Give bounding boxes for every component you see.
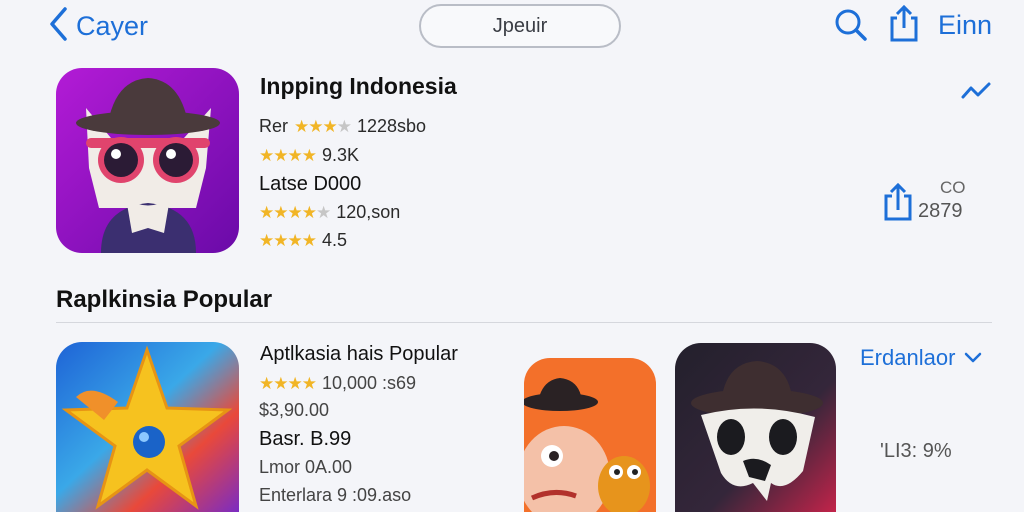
star-rating-icon: ★★★★ bbox=[294, 116, 352, 136]
search-icon[interactable] bbox=[834, 8, 868, 47]
divider bbox=[56, 322, 992, 323]
featured-stat-row: ★★★★★ 120,son bbox=[259, 202, 400, 223]
search-field[interactable]: Jpeuir bbox=[419, 4, 621, 48]
featured-rating-row: Rer ★★★★ 1228sbo bbox=[259, 116, 426, 137]
popular-rating-row: ★★★★ 10,000 :s69 bbox=[259, 373, 416, 394]
back-button[interactable]: Cayer bbox=[48, 6, 149, 47]
featured-score-row: ★★★★ 4.5 bbox=[259, 230, 347, 251]
percent-label: 'LI3: 9% bbox=[880, 440, 952, 462]
star-rating-icon: ★★★★★ bbox=[259, 202, 331, 222]
download-icon[interactable] bbox=[882, 182, 914, 227]
share-icon[interactable] bbox=[888, 4, 920, 47]
star-rating-icon: ★★★★ bbox=[259, 230, 317, 250]
trend-icon[interactable] bbox=[960, 80, 992, 107]
popular-base: Basr. B.99 bbox=[259, 428, 352, 450]
rating-count: 10,000 :s69 bbox=[321, 373, 417, 393]
star-rating-icon: ★★★★ bbox=[259, 373, 317, 393]
star-rating-icon: ★★★★ bbox=[259, 145, 317, 165]
stat-value: 120,son bbox=[336, 202, 401, 222]
chevron-down-icon bbox=[963, 345, 983, 371]
side-count: 2879 bbox=[918, 200, 963, 222]
featured-review-row: ★★★★ 9.3K bbox=[259, 145, 359, 166]
review-count: 9.3K bbox=[321, 145, 359, 165]
score-value: 4.5 bbox=[321, 230, 347, 250]
popular-enterlara: Enterlara 9 :09.aso bbox=[259, 485, 412, 505]
chevron-left-icon bbox=[48, 6, 68, 47]
featured-app-icon[interactable] bbox=[56, 68, 239, 253]
popular-app-title: Aptlkasia hais Popular bbox=[260, 343, 458, 365]
featured-app-title: Inpping Indonesia bbox=[260, 73, 457, 99]
side-small-label: CO bbox=[940, 178, 966, 197]
rating-count: 1228sbo bbox=[357, 116, 427, 136]
dropdown-label: Erdanlaor bbox=[860, 345, 956, 370]
popular-price: $3,90.00 bbox=[259, 400, 330, 420]
featured-price: Latse D000 bbox=[259, 173, 362, 195]
orange-app-icon[interactable] bbox=[524, 358, 656, 512]
popular-lmor: Lmor 0A.00 bbox=[259, 457, 353, 477]
popular-app-icon[interactable] bbox=[56, 342, 239, 512]
top-right-button[interactable]: Einn bbox=[938, 10, 992, 41]
rating-prefix: Rer bbox=[259, 116, 289, 136]
category-dropdown[interactable]: Erdanlaor bbox=[860, 345, 983, 371]
ghost-app-icon[interactable] bbox=[675, 343, 836, 512]
back-label: Cayer bbox=[76, 10, 149, 41]
section-title: Raplkinsia Popular bbox=[56, 286, 273, 313]
